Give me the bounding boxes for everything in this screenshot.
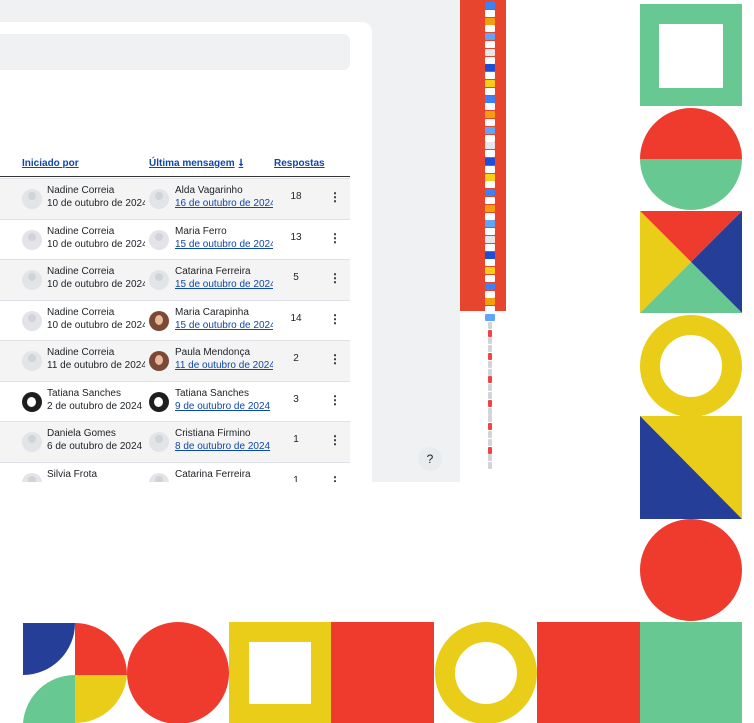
red-square-2 — [537, 622, 640, 723]
red-quarter — [75, 623, 127, 675]
red-circle-bottom — [127, 622, 229, 723]
geometric-wallpaper — [23, 4, 742, 723]
green-half-circle — [640, 159, 742, 210]
yellow-quarter — [75, 675, 127, 723]
white-square-hole — [659, 24, 723, 88]
yellow-ring — [640, 315, 742, 417]
yellow-ring-bottom — [435, 622, 537, 723]
green-square — [640, 622, 742, 723]
white-square-hole-bottom — [249, 642, 311, 704]
red-circle-right — [640, 519, 742, 621]
wallpaper-bottom-row — [23, 622, 742, 723]
red-half-circle — [640, 108, 742, 159]
wallpaper-right-column — [640, 4, 742, 621]
blue-quarter — [23, 623, 75, 675]
red-square — [331, 622, 434, 723]
green-quarter — [23, 674, 75, 723]
